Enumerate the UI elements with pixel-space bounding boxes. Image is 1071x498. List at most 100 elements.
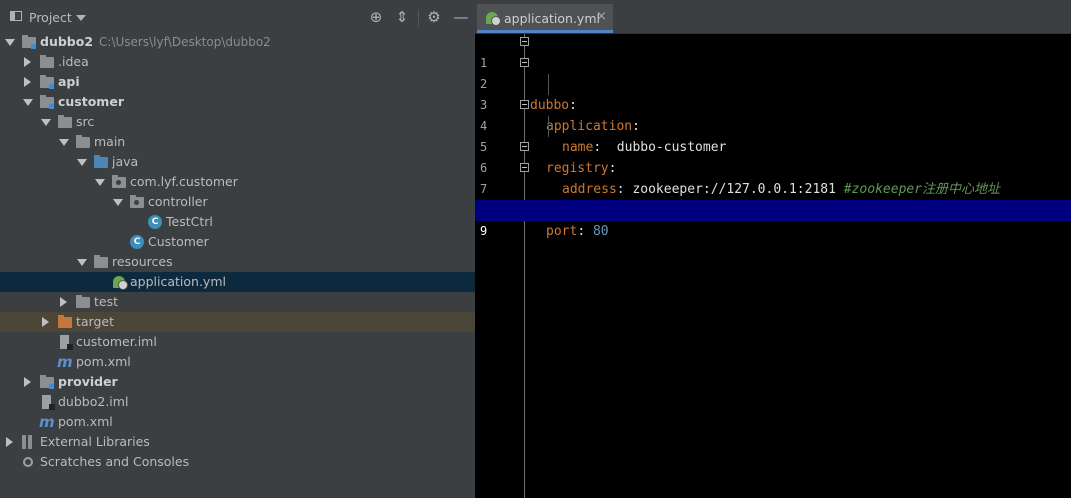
maven-icon: m: [57, 353, 73, 371]
collapse-all-icon[interactable]: ⇕: [393, 8, 411, 26]
tree-item-label: Scratches and Consoles: [40, 454, 190, 469]
fold-icon[interactable]: [520, 142, 529, 151]
chevron-down-icon[interactable]: [95, 179, 105, 186]
current-code-line: 9: [475, 200, 1071, 238]
tree-item-label: src: [76, 114, 95, 129]
tab-label: application.yml: [504, 11, 600, 26]
chevron-right-icon[interactable]: [6, 437, 13, 447]
tree-item-label: application.yml: [130, 274, 226, 289]
tree-item-pom-xml[interactable]: m pom.xml: [0, 352, 475, 372]
excluded-folder-icon: [58, 315, 72, 328]
tree-item-label: .idea: [58, 54, 89, 69]
chevron-right-icon[interactable]: [24, 77, 31, 87]
tree-item-label: target: [76, 314, 115, 329]
gear-icon[interactable]: ⚙: [425, 8, 443, 26]
resources-folder-icon: [94, 255, 108, 268]
tree-item-resources[interactable]: resources: [0, 252, 475, 272]
project-panel: Project ⊕ ⇕ ⚙ — dubbo2 C:\Users\lyf\Deskt…: [0, 0, 475, 498]
tree-item-dubbo2-iml[interactable]: dubbo2.iml: [0, 392, 475, 412]
fold-icon[interactable]: [520, 163, 529, 172]
tree-item-idea[interactable]: .idea: [0, 52, 475, 72]
chevron-right-icon[interactable]: [42, 317, 49, 327]
tree-item-test[interactable]: test: [0, 292, 475, 312]
fold-icon[interactable]: [520, 58, 529, 67]
tree-item-target[interactable]: target: [0, 312, 475, 332]
chevron-right-icon[interactable]: [24, 377, 31, 387]
tree-item-label: com.lyf.customer: [130, 174, 238, 189]
code-line: 7 port: 80: [475, 158, 1071, 239]
tree-item-controller[interactable]: controller: [0, 192, 475, 212]
tree-item-testctrl[interactable]: C TestCtrl: [0, 212, 475, 232]
chevron-right-icon[interactable]: [60, 297, 67, 307]
code-line: 6 server:: [475, 137, 1071, 218]
tree-item-label: customer.iml: [76, 334, 157, 349]
project-window-icon: [10, 11, 22, 21]
tree-item-label: External Libraries: [40, 434, 150, 449]
project-title[interactable]: Project: [29, 10, 72, 25]
chevron-down-icon[interactable]: [113, 199, 123, 206]
package-icon: [130, 195, 144, 208]
iml-file-icon: [42, 395, 55, 410]
tree-item-customer-class[interactable]: C Customer: [0, 232, 475, 252]
editor-tab-bar: application.yml ×: [475, 0, 1071, 34]
tree-item-label: dubbo2: [40, 34, 94, 49]
tree-item-label: dubbo2.iml: [58, 394, 129, 409]
tree-item-root-pom-xml[interactable]: m pom.xml: [0, 412, 475, 432]
fold-icon[interactable]: [520, 37, 529, 46]
chevron-down-icon[interactable]: [23, 99, 33, 106]
library-icon: [22, 435, 32, 449]
module-folder-icon: [40, 95, 54, 109]
tree-item-label: resources: [112, 254, 173, 269]
code-line: 8: [475, 179, 1071, 217]
code-line: 1 dubbo:: [475, 32, 1071, 113]
editor-panel: application.yml × 1 dubbo: 2 application…: [475, 0, 1071, 498]
tree-item-src[interactable]: src: [0, 112, 475, 132]
tree-item-java[interactable]: java: [0, 152, 475, 172]
chevron-down-icon[interactable]: [59, 139, 69, 146]
module-folder-icon: [22, 35, 36, 49]
class-icon: C: [148, 215, 162, 229]
chevron-down-icon[interactable]: [77, 259, 87, 266]
chevron-right-icon[interactable]: [24, 57, 31, 67]
header-divider: [418, 10, 419, 26]
yaml-sep: :: [577, 224, 586, 239]
chevron-down-icon[interactable]: [5, 39, 15, 46]
tree-item-api[interactable]: api: [0, 72, 475, 92]
folder-icon: [58, 115, 72, 128]
tree-item-label: customer: [58, 94, 124, 109]
tree-item-package[interactable]: com.lyf.customer: [0, 172, 475, 192]
spring-config-icon: [486, 12, 501, 26]
minimize-icon[interactable]: —: [452, 8, 470, 26]
chevron-down-icon[interactable]: [41, 119, 51, 126]
tree-item-label: provider: [58, 374, 118, 389]
tree-item-application-yml[interactable]: application.yml: [0, 272, 475, 292]
tree-item-label: Customer: [148, 234, 209, 249]
tree-item-label: pom.xml: [58, 414, 113, 429]
project-path: C:\Users\lyf\Desktop\dubbo2: [99, 35, 271, 49]
code-area[interactable]: 1 dubbo: 2 application: 3 name: dubbo-cu…: [475, 34, 1071, 498]
spring-boot-class-icon: C: [130, 235, 144, 249]
tree-item-customer[interactable]: customer: [0, 92, 475, 112]
iml-file-icon: [60, 335, 73, 350]
tab-application-yml[interactable]: application.yml ×: [477, 4, 613, 33]
package-icon: [112, 175, 126, 188]
close-icon[interactable]: ×: [596, 9, 607, 24]
tree-item-provider[interactable]: provider: [0, 372, 475, 392]
code-line: 3 name: dubbo-customer: [475, 74, 1071, 155]
chevron-down-icon[interactable]: [77, 159, 87, 166]
spring-config-icon: [113, 276, 128, 290]
tree-item-label: main: [94, 134, 126, 149]
tree-item-customer-iml[interactable]: customer.iml: [0, 332, 475, 352]
tree-item-main[interactable]: main: [0, 132, 475, 152]
tree-item-scratches[interactable]: Scratches and Consoles: [0, 452, 475, 472]
tree-item-dubbo2[interactable]: dubbo2 C:\Users\lyf\Desktop\dubbo2: [0, 32, 475, 52]
tree-item-external-libraries[interactable]: External Libraries: [0, 432, 475, 452]
folder-icon: [76, 295, 90, 308]
chevron-down-icon[interactable]: [76, 15, 86, 21]
locate-icon[interactable]: ⊕: [367, 8, 385, 26]
module-folder-icon: [40, 375, 54, 389]
code-line: 2 application:: [475, 53, 1071, 134]
tree-item-label: test: [94, 294, 119, 309]
fold-icon[interactable]: [520, 100, 529, 109]
project-panel-header: Project ⊕ ⇕ ⚙ —: [0, 0, 475, 34]
